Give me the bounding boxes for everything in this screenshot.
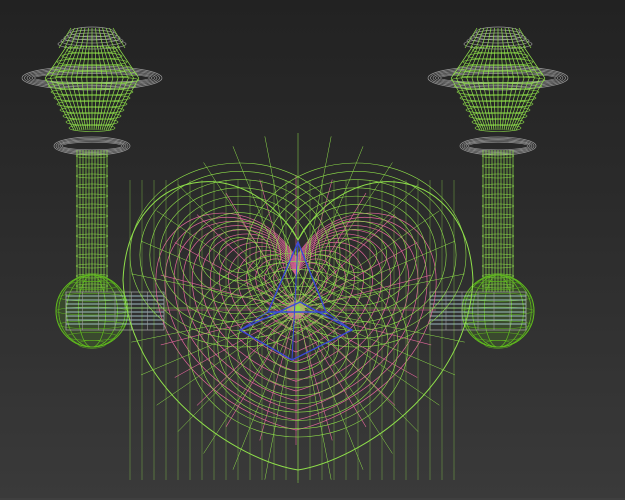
green-lobe-ring	[324, 228, 388, 282]
green-lobe-ring	[208, 228, 272, 282]
pink-radial	[259, 309, 297, 441]
cap-rib	[504, 27, 510, 49]
lower-ring	[467, 141, 529, 151]
green-radial	[297, 307, 364, 470]
green-radial	[297, 307, 456, 376]
green-radial	[232, 146, 299, 309]
cap-rib	[98, 27, 104, 49]
center-heart-shade-green[interactable]	[122, 133, 474, 483]
green-lobe-ring	[295, 204, 417, 306]
cap-rib	[80, 27, 86, 49]
cap-rib	[95, 27, 98, 49]
cap-rib	[501, 27, 504, 49]
cap-rib	[86, 27, 89, 49]
cap-rib	[492, 27, 495, 49]
wireframe-scene[interactable]	[0, 0, 625, 500]
pink-radial	[196, 309, 297, 406]
lower-ring	[61, 141, 123, 151]
cap-rib	[486, 27, 492, 49]
3d-viewport[interactable]	[0, 0, 625, 500]
pink-radial	[295, 309, 333, 441]
green-radial	[297, 146, 364, 309]
pink-radial	[295, 309, 396, 406]
pink-radial	[295, 309, 432, 346]
